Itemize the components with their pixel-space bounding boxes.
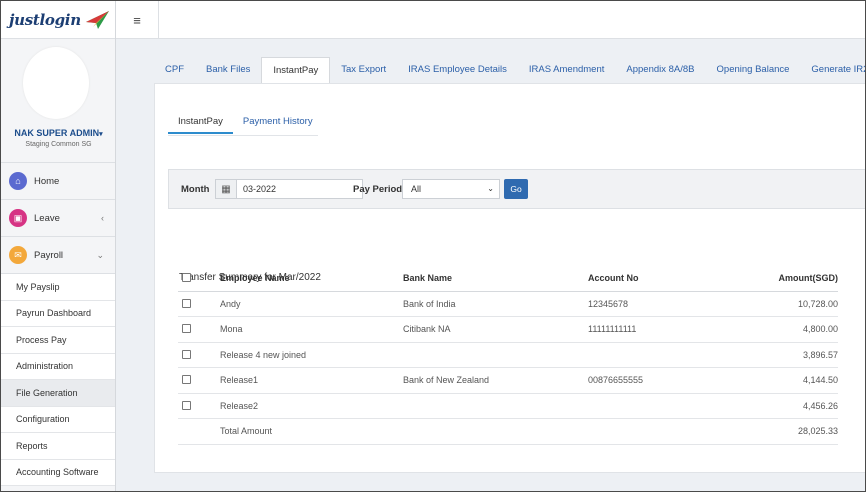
user-profile: NAK SUPER ADMIN▾ Staging Common SG <box>1 39 115 163</box>
cell-amount: 4,456.26 <box>802 400 838 411</box>
chevron-down-icon: ⌄ <box>96 249 104 260</box>
header-account-no: Account No <box>588 273 639 283</box>
company-name: Staging Common SG <box>25 141 92 148</box>
submenu-process-pay[interactable]: Process Pay <box>1 327 115 354</box>
user-menu-toggle[interactable]: NAK SUPER ADMIN▾ <box>1 128 116 138</box>
cell-amount: 10,728.00 <box>797 298 838 309</box>
cell-amount: 4,800.00 <box>802 324 838 334</box>
pay-period-select[interactable]: All ⌄ <box>402 179 500 199</box>
main-content: CPF Bank Files InstantPay Tax Export IRA… <box>116 39 865 491</box>
cell-amount: 3,896.57 <box>802 349 838 360</box>
chevron-left-icon: ‹ <box>101 213 104 223</box>
sidebar-item-label: Home <box>34 175 60 187</box>
table-header: Employee Name Bank Name Account No Amoun… <box>178 266 838 292</box>
paper-plane-icon <box>85 10 109 29</box>
total-label: Total Amount <box>220 426 273 436</box>
cell-amount: 4,144.50 <box>802 375 838 385</box>
caret-down-icon: ▾ <box>99 131 103 138</box>
menu-toggle-icon[interactable]: ≡ <box>116 1 159 39</box>
table-row: Release1 Bank of New Zealand 00876655555… <box>178 368 838 394</box>
instantpay-subtabs: InstantPay Payment History <box>168 110 323 134</box>
home-icon: ⌂ <box>9 172 27 190</box>
cell-account-no: 12345678 <box>588 298 629 309</box>
total-amount: 28,025.33 <box>797 426 838 436</box>
sidebar-item-leave[interactable]: ▣ Leave ‹ <box>1 200 115 237</box>
file-generation-tabs: CPF Bank Files InstantPay Tax Export IRA… <box>154 57 865 83</box>
submenu-reports[interactable]: Reports <box>1 433 115 460</box>
select-all-checkbox[interactable] <box>182 273 191 283</box>
cell-bank-name: Citibank NA <box>403 324 451 334</box>
sidebar-item-payroll[interactable]: ✉ Payroll ⌄ <box>1 237 115 274</box>
subtab-payment-history[interactable]: Payment History <box>233 110 323 134</box>
tab-bank-files[interactable]: Bank Files <box>195 57 261 83</box>
submenu-my-payslip[interactable]: My Payslip <box>1 274 115 301</box>
sidebar: justlogin NAK SUPER ADMIN▾ Staging Commo… <box>1 1 116 491</box>
tab-tax-export[interactable]: Tax Export <box>330 57 397 83</box>
cell-account-no: 00876655555 <box>588 375 644 385</box>
subtab-instantpay[interactable]: InstantPay <box>168 110 233 134</box>
cell-employee-name: Mona <box>220 324 243 334</box>
logo-text: justlogin <box>9 10 81 29</box>
cell-account-no: 11111111111 <box>588 324 637 334</box>
logo[interactable]: justlogin <box>1 1 115 39</box>
top-bar: ≡ <box>116 1 865 39</box>
app-window: justlogin NAK SUPER ADMIN▾ Staging Commo… <box>1 1 865 491</box>
submenu-file-generation[interactable]: File Generation <box>1 380 115 407</box>
header-amount: Amount(SGD) <box>778 273 839 283</box>
subtab-divider <box>168 135 318 136</box>
header-employee-name: Employee Name <box>220 273 290 283</box>
month-label: Month <box>181 184 210 195</box>
leave-icon: ▣ <box>9 209 27 227</box>
tab-appendix-8a-8b[interactable]: Appendix 8A/8B <box>615 57 705 83</box>
month-field[interactable]: ▦ 03-2022 <box>215 179 363 199</box>
row-checkbox[interactable] <box>182 324 191 334</box>
table-row: Andy Bank of India 12345678 10,728.00 <box>178 292 838 317</box>
submenu-configuration[interactable]: Configuration <box>1 406 115 433</box>
submenu-payrun-dashboard[interactable]: Payrun Dashboard <box>1 300 115 327</box>
tab-instantpay[interactable]: InstantPay <box>261 57 331 83</box>
tab-iras-employee-details[interactable]: IRAS Employee Details <box>397 57 518 83</box>
transfer-table: Employee Name Bank Name Account No Amoun… <box>178 266 838 445</box>
cell-employee-name: Andy <box>220 298 241 309</box>
payroll-icon: ✉ <box>9 246 27 264</box>
tab-opening-balance[interactable]: Opening Balance <box>706 57 801 83</box>
cell-employee-name: Release2 <box>220 400 259 411</box>
sidebar-item-home[interactable]: ⌂ Home <box>1 163 115 200</box>
header-bank-name: Bank Name <box>403 273 453 283</box>
avatar <box>23 47 89 119</box>
cell-employee-name: Release1 <box>220 375 259 385</box>
tab-cpf[interactable]: CPF <box>154 57 195 83</box>
table-total-row: Total Amount 28,025.33 <box>178 419 838 445</box>
month-value: 03-2022 <box>243 184 277 194</box>
row-checkbox[interactable] <box>182 400 191 410</box>
cell-employee-name: Release 4 new joined <box>220 349 307 360</box>
row-checkbox[interactable] <box>182 298 191 308</box>
chevron-down-icon: ⌄ <box>487 184 494 193</box>
cell-bank-name: Bank of India <box>403 298 456 309</box>
filter-bar: Month ▦ 03-2022 Pay Period All ⌄ Go <box>168 169 865 209</box>
tab-iras-amendment[interactable]: IRAS Amendment <box>518 57 616 83</box>
sidebar-item-label: Payroll <box>34 249 64 261</box>
go-button[interactable]: Go <box>504 179 528 199</box>
row-checkbox[interactable] <box>182 375 191 385</box>
calendar-icon[interactable]: ▦ <box>216 180 237 198</box>
sidebar-item-label: Leave <box>34 212 60 224</box>
pay-period-label: Pay Period <box>353 184 403 195</box>
submenu-administration[interactable]: Administration <box>1 353 115 380</box>
table-row: Release2 4,456.26 <box>178 394 838 419</box>
tab-generate-ir21[interactable]: Generate IR21 <box>800 57 865 83</box>
cell-bank-name: Bank of New Zealand <box>403 375 490 385</box>
submenu-accounting-software[interactable]: Accounting Software <box>1 459 115 486</box>
table-row: Mona Citibank NA 11111111111 4,800.00 <box>178 317 838 343</box>
table-row: Release 4 new joined 3,896.57 <box>178 343 838 368</box>
row-checkbox[interactable] <box>182 349 191 359</box>
